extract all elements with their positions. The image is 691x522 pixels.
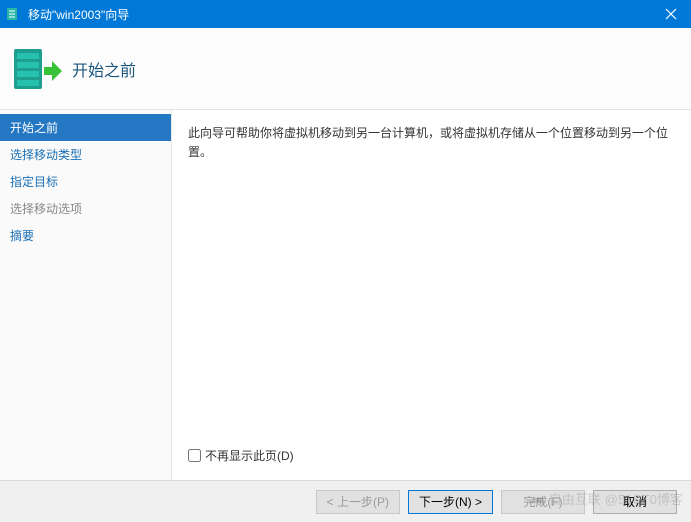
sidebar-item-before-you-begin[interactable]: 开始之前 xyxy=(0,114,171,141)
close-button[interactable] xyxy=(651,0,691,28)
dont-show-again-checkbox[interactable] xyxy=(188,449,201,462)
sidebar-item-choose-move-options: 选择移动选项 xyxy=(0,195,171,222)
footer: < 上一步(P) 下一步(N) > 完成(F) 取消 xyxy=(0,480,691,522)
finish-button: 完成(F) xyxy=(501,490,585,514)
cancel-button[interactable]: 取消 xyxy=(593,490,677,514)
wizard-icon xyxy=(6,6,22,22)
window-title: 移动"win2003"向导 xyxy=(28,6,651,23)
wizard-header: 开始之前 xyxy=(0,28,691,110)
titlebar: 移动"win2003"向导 xyxy=(0,0,691,28)
sidebar-item-choose-move-type[interactable]: 选择移动类型 xyxy=(0,141,171,168)
intro-text: 此向导可帮助你将虚拟机移动到另一台计算机，或将虚拟机存储从一个位置移动到另一个位… xyxy=(188,124,675,162)
dont-show-again-label: 不再显示此页(D) xyxy=(205,447,294,464)
main-content: 此向导可帮助你将虚拟机移动到另一台计算机，或将虚拟机存储从一个位置移动到另一个位… xyxy=(172,110,691,480)
server-move-icon xyxy=(12,43,64,95)
prev-button: < 上一步(P) xyxy=(316,490,400,514)
dont-show-again-row[interactable]: 不再显示此页(D) xyxy=(188,447,675,470)
page-title: 开始之前 xyxy=(72,57,136,81)
sidebar-item-specify-destination[interactable]: 指定目标 xyxy=(0,168,171,195)
next-button[interactable]: 下一步(N) > xyxy=(408,490,493,514)
sidebar-item-summary[interactable]: 摘要 xyxy=(0,222,171,249)
sidebar: 开始之前 选择移动类型 指定目标 选择移动选项 摘要 xyxy=(0,110,172,480)
